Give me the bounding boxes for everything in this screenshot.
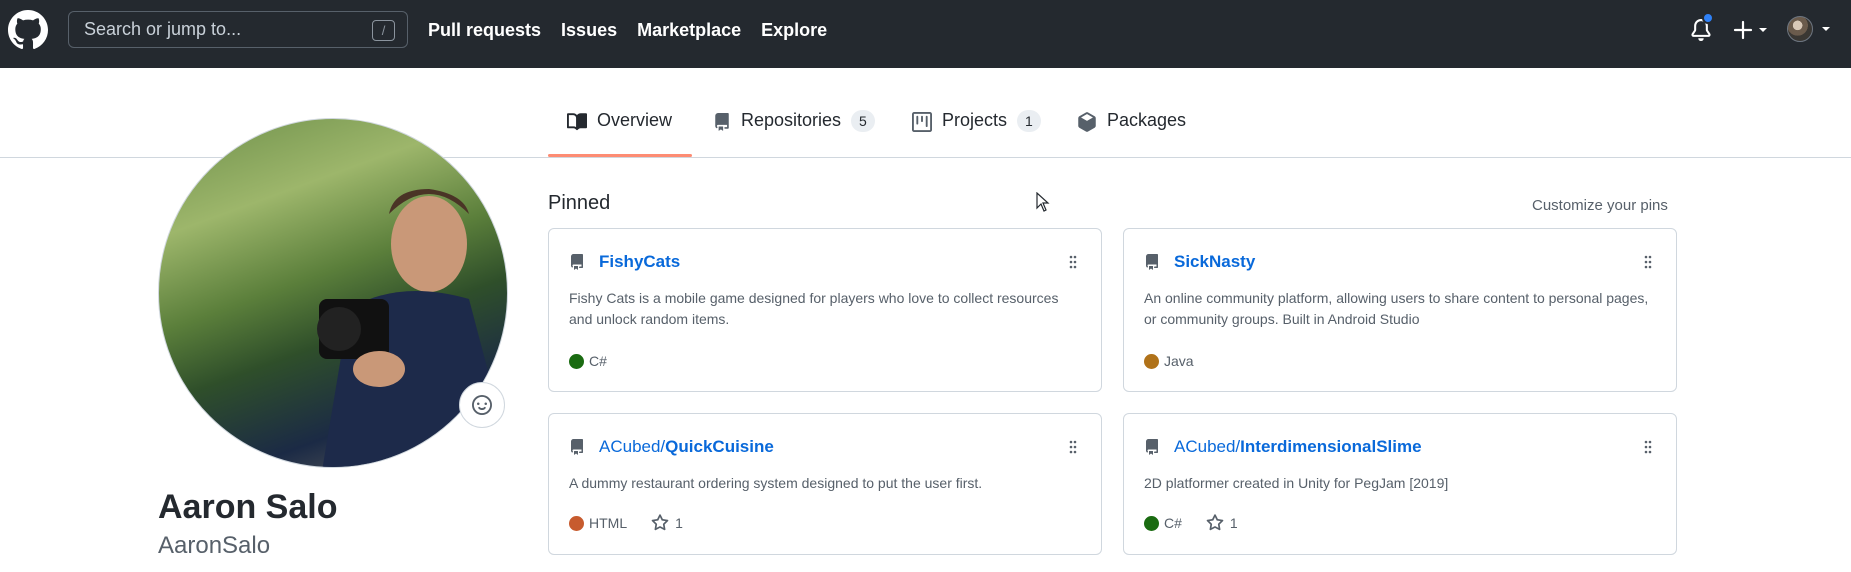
- repo-icon: [715, 113, 729, 131]
- tab-repositories[interactable]: Repositories 5: [713, 110, 875, 158]
- create-new-plus-icon[interactable]: [1732, 18, 1770, 42]
- tab-repositories-label: Repositories: [741, 110, 842, 130]
- tab-packages[interactable]: Packages: [1077, 110, 1186, 158]
- user-avatar: [1787, 16, 1813, 42]
- language-color-dot: [569, 515, 584, 531]
- nav-issues[interactable]: Issues: [561, 20, 617, 41]
- repo-meta: C# 1: [1144, 514, 1238, 532]
- star-icon: [1206, 514, 1224, 531]
- notification-indicator: [1702, 12, 1714, 24]
- search-shortcut-key: /: [372, 20, 395, 41]
- tab-packages-label: Packages: [1107, 110, 1187, 130]
- drag-handle-icon[interactable]: [1069, 255, 1077, 269]
- language-color-dot: [569, 353, 584, 369]
- global-nav: Pull requests Issues Marketplace Explore: [428, 20, 827, 41]
- repo-language: C#: [589, 353, 607, 369]
- repo-language: Java: [1164, 353, 1194, 369]
- profile-username: AaronSalo: [158, 532, 271, 559]
- pinned-repo-card: SickNasty An online community platform, …: [1123, 228, 1677, 392]
- pinned-heading: Pinned: [548, 192, 611, 214]
- repo-meta: HTML 1: [569, 514, 683, 532]
- search-input[interactable]: [69, 12, 407, 47]
- repo-language: C#: [1164, 515, 1182, 531]
- repo-link[interactable]: FishyCats: [599, 252, 680, 272]
- tab-projects-label: Projects: [942, 110, 1008, 130]
- profile-avatar[interactable]: [158, 118, 508, 468]
- tab-overview-label: Overview: [597, 110, 673, 130]
- star-count: 1: [675, 515, 683, 531]
- repo-owner: ACubed/: [599, 437, 666, 456]
- repo-meta: C#: [569, 353, 607, 369]
- customize-pins-link[interactable]: Customize your pins: [1532, 197, 1668, 214]
- repo-icon: [571, 254, 583, 270]
- repo-name: QuickCuisine: [665, 437, 774, 456]
- star-count: 1: [1229, 515, 1238, 531]
- set-status-button[interactable]: [459, 382, 505, 428]
- nav-marketplace[interactable]: Marketplace: [637, 20, 741, 41]
- selected-tab-underline: [548, 154, 692, 157]
- repo-icon: [1146, 439, 1158, 455]
- tab-overview[interactable]: Overview: [567, 110, 672, 158]
- repo-description: 2D platformer created in Unity for PegJa…: [1144, 475, 1449, 491]
- smiley-icon: [472, 395, 492, 415]
- drag-handle-icon[interactable]: [1069, 440, 1077, 454]
- star-icon: [651, 514, 669, 531]
- repositories-count-badge: 5: [851, 110, 875, 132]
- user-menu[interactable]: [1787, 16, 1835, 44]
- repo-name: InterdimensionalSlime: [1240, 437, 1422, 456]
- chevron-down-icon: [1822, 27, 1830, 31]
- language-color-dot: [1144, 515, 1159, 531]
- repo-link[interactable]: SickNasty: [1174, 252, 1255, 272]
- drag-handle-icon[interactable]: [1644, 440, 1652, 454]
- pinned-repo-card: ACubed/InterdimensionalSlime 2D platform…: [1123, 413, 1677, 555]
- mouse-cursor-icon: [1036, 192, 1050, 212]
- projects-count-badge: 1: [1017, 110, 1041, 132]
- repo-stars[interactable]: 1: [1206, 514, 1238, 532]
- language-color-dot: [1144, 353, 1159, 369]
- repo-description: Fishy Cats is a mobile game designed for…: [569, 290, 1059, 327]
- repo-description: A dummy restaurant ordering system desig…: [569, 475, 983, 491]
- github-logo-icon[interactable]: [8, 10, 48, 50]
- repo-link[interactable]: ACubed/QuickCuisine: [599, 437, 774, 457]
- repo-owner: ACubed/: [1174, 437, 1241, 456]
- repo-description: An online community platform, allowing u…: [1144, 290, 1649, 327]
- repo-link[interactable]: ACubed/InterdimensionalSlime: [1174, 437, 1422, 457]
- pinned-repo-card: ACubed/QuickCuisine A dummy restaurant o…: [548, 413, 1102, 555]
- repo-icon: [571, 439, 583, 455]
- top-header: / Pull requests Issues Marketplace Explo…: [0, 0, 1851, 68]
- nav-pull-requests[interactable]: Pull requests: [428, 20, 541, 41]
- repo-icon: [1146, 254, 1158, 270]
- search-box[interactable]: /: [68, 11, 408, 48]
- repo-stars[interactable]: 1: [651, 514, 683, 532]
- drag-handle-icon[interactable]: [1644, 255, 1652, 269]
- profile-full-name: Aaron Salo: [158, 488, 338, 526]
- package-icon: [1078, 112, 1096, 132]
- nav-explore[interactable]: Explore: [761, 20, 827, 41]
- repo-name: FishyCats: [599, 252, 681, 271]
- pinned-repo-card: FishyCats Fishy Cats is a mobile game de…: [548, 228, 1102, 392]
- repo-language: HTML: [589, 515, 628, 531]
- project-icon: [912, 112, 932, 132]
- tab-projects[interactable]: Projects 1: [912, 110, 1041, 158]
- repo-name: SickNasty: [1174, 252, 1256, 271]
- book-icon: [567, 113, 587, 131]
- repo-meta: Java: [1144, 353, 1194, 369]
